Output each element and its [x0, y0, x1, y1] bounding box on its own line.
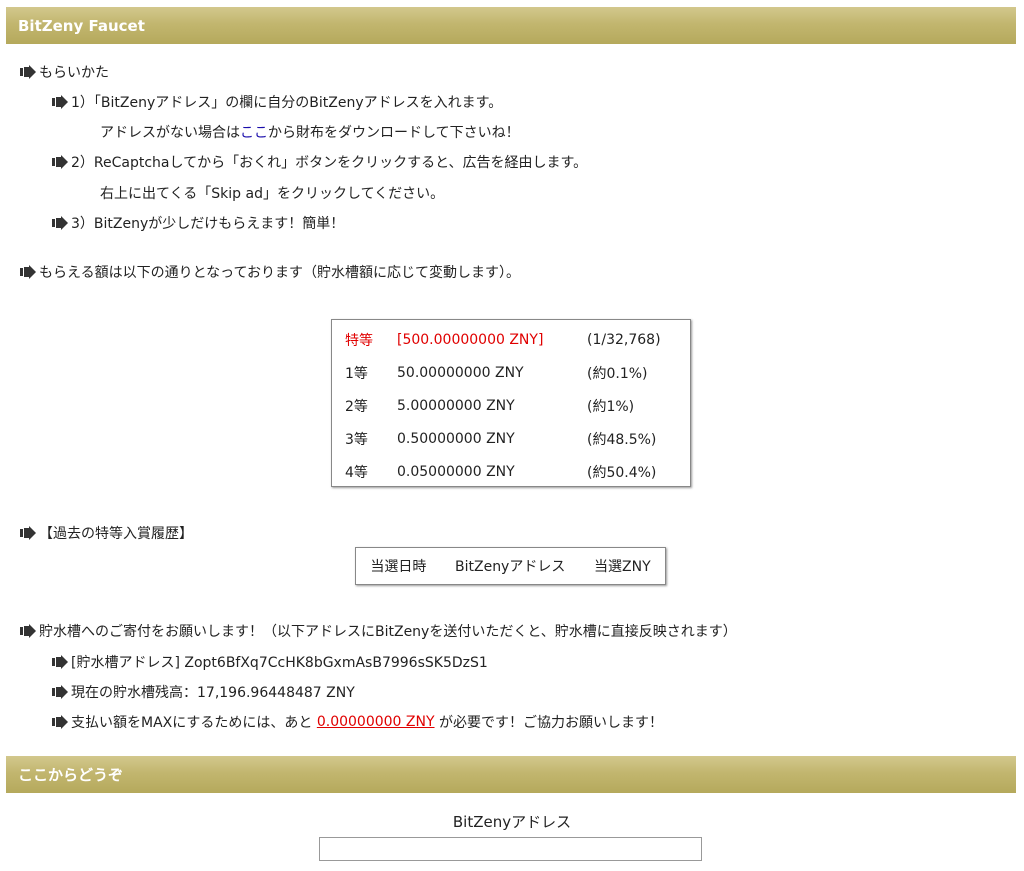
arrow-bullet-icon [20, 624, 36, 638]
history-col-date: 当選日時 [370, 559, 427, 575]
max-remaining-amount: 0.00000000 ZNY [316, 714, 435, 730]
prize-rank: 1等 [345, 365, 368, 382]
arrow-bullet-icon [20, 526, 36, 540]
prize-row: 特等 [500.00000000 ZNY] (1/32,768) [339, 323, 667, 356]
prize-rank: 4等 [345, 464, 368, 481]
howto-step-2: 2）ReCaptchaしてから「おくれ」ボタンをクリックすると、広告を経由します… [52, 152, 587, 172]
prize-amount: [500.00000000 ZNY] [397, 331, 544, 348]
arrow-bullet-icon [52, 655, 68, 669]
header-bar: BitZeny Faucet [6, 7, 1016, 44]
prize-table: 特等 [500.00000000 ZNY] (1/32,768) 1等 50.0… [331, 319, 691, 487]
prize-amount: 0.05000000 ZNY [397, 463, 515, 480]
address-label: BitZenyアドレス [452, 813, 572, 831]
prize-odds: (1/32,768) [587, 331, 661, 348]
arrow-bullet-icon [52, 715, 68, 729]
howto-step-1: 1）「BitZenyアドレス」の欄に自分のBitZenyアドレスを入れます。 [52, 92, 502, 112]
howto-step-1-note: アドレスがない場合は ここ から財布をダウンロードして下さいね！ [100, 122, 520, 142]
arrow-bullet-icon [20, 65, 36, 79]
donation-balance: 現在の貯水槽残高：17,196.96448487 ZNY [52, 682, 355, 702]
section-bar: ここからどうぞ [6, 756, 1016, 793]
prize-row: 2等 5.00000000 ZNY (約1%) [339, 389, 667, 422]
section-title: ここからどうぞ [18, 766, 124, 784]
prize-rank: 3等 [345, 431, 368, 448]
arrow-bullet-icon [52, 216, 68, 230]
prize-amount: 0.50000000 ZNY [397, 430, 515, 447]
history-col-address: BitZenyアドレス [455, 559, 566, 575]
prize-amount: 50.00000000 ZNY [397, 364, 524, 381]
howto-heading: もらいかた [20, 62, 109, 82]
amount-intro: もらえる額は以下の通りとなっております（貯水槽額に応じて変動します）。 [20, 262, 520, 282]
prize-odds: (約0.1%) [587, 365, 648, 382]
prize-amount: 5.00000000 ZNY [397, 397, 515, 414]
howto-step-3: 3）BitZenyが少しだけもらえます！簡単！ [52, 213, 344, 233]
donation-heading: 貯水槽へのご寄付をお願いします！（以下アドレスにBitZenyを送付いただくと、… [20, 621, 737, 641]
arrow-bullet-icon [52, 95, 68, 109]
bitzeny-address-input[interactable] [319, 837, 702, 861]
history-table: 当選日時 BitZenyアドレス 当選ZNY [355, 547, 666, 585]
prize-row: 3等 0.50000000 ZNY (約48.5%) [339, 422, 667, 455]
prize-odds: (約48.5%) [587, 431, 657, 448]
wallet-download-link[interactable]: ここ [240, 122, 268, 142]
prize-rank: 2等 [345, 398, 368, 415]
arrow-bullet-icon [20, 265, 36, 279]
arrow-bullet-icon [52, 155, 68, 169]
donation-address: [貯水槽アドレス] Zopt6BfXq7CcHK8bGxmAsB7996sSK5… [52, 652, 488, 672]
prize-odds: (約50.4%) [587, 464, 657, 481]
prize-row: 4等 0.05000000 ZNY (約50.4%) [339, 455, 667, 488]
prize-odds: (約1%) [587, 398, 635, 415]
page-title: BitZeny Faucet [18, 16, 145, 35]
howto-step-2-note: 右上に出てくる「Skip ad」をクリックしてください。 [100, 186, 445, 202]
donation-max-note: 支払い額をMAXにするためには、あと 0.00000000 ZNY が必要です！… [52, 712, 663, 732]
arrow-bullet-icon [52, 685, 68, 699]
prize-row: 1等 50.00000000 ZNY (約0.1%) [339, 356, 667, 389]
history-col-amount: 当選ZNY [594, 559, 651, 575]
history-heading: 【過去の特等入賞履歴】 [20, 523, 193, 543]
prize-rank: 特等 [345, 332, 373, 349]
